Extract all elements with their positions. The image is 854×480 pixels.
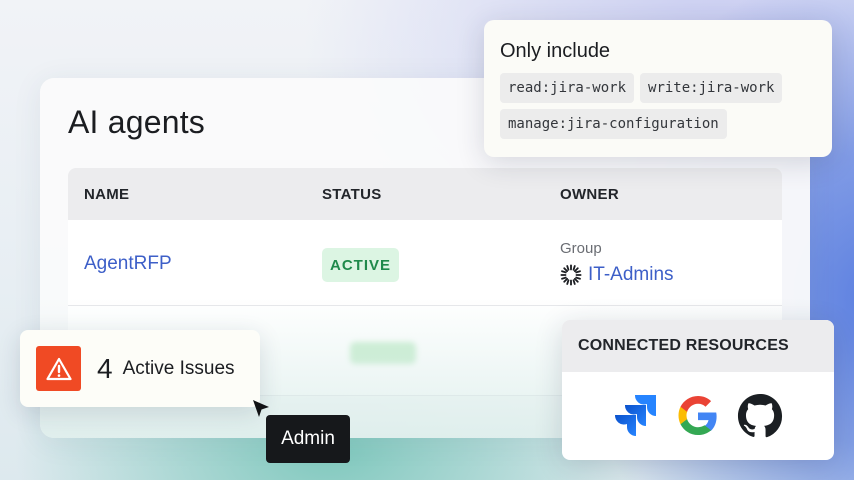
active-issues-card[interactable]: 4 Active Issues [20,330,260,407]
table-row[interactable]: AgentRFP ACTIVE Group IT-Admins [68,220,782,306]
column-header-owner[interactable]: OWNER [560,186,619,203]
scope-chip[interactable]: read:jira-work [500,73,635,103]
warning-icon [36,346,81,391]
resources-title: CONNECTED RESOURCES [562,320,834,372]
admin-cursor-label: Admin [266,415,350,463]
scopes-popover: Only include read:jira-work write:jira-w… [484,20,832,157]
status-badge: ACTIVE [322,248,400,282]
blurred-status-badge [350,342,416,364]
owner-name-link[interactable]: IT-Admins [588,264,674,286]
owner-group[interactable]: IT-Admins [560,264,674,286]
page-title: AI agents [68,104,206,140]
column-header-name[interactable]: NAME [84,186,129,203]
agent-name-link[interactable]: AgentRFP [84,253,172,275]
scope-chip[interactable]: manage:jira-configuration [500,109,727,139]
scope-list: read:jira-work write:jira-work manage:ji… [500,73,820,139]
group-sun-icon [560,264,582,286]
issue-count: 4 [97,352,113,384]
table-header: NAME STATUS OWNER [68,168,782,220]
github-icon[interactable] [737,393,783,439]
scopes-title: Only include [500,40,611,62]
connected-resources-card: CONNECTED RESOURCES [562,320,834,460]
issue-label: Active Issues [122,357,235,379]
jira-icon[interactable] [613,393,659,439]
owner-type-label: Group [560,240,602,257]
resources-icons [562,372,834,460]
google-icon[interactable] [675,393,721,439]
column-header-status[interactable]: STATUS [322,186,382,203]
scope-chip[interactable]: write:jira-work [640,73,783,103]
